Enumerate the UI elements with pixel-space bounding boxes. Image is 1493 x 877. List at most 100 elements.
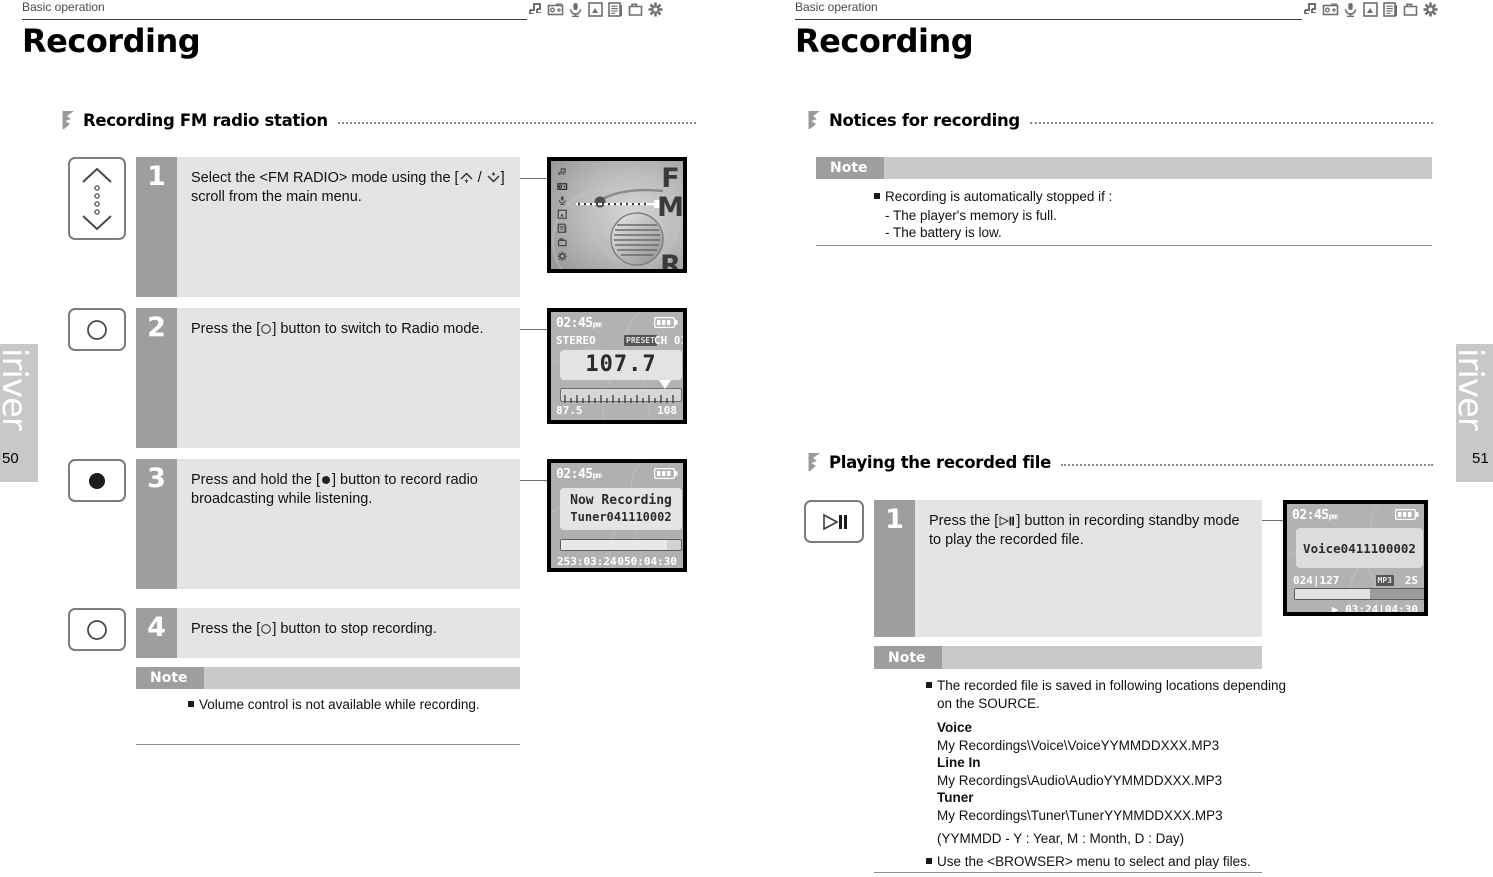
step-number: 2 [136,308,177,448]
tuner-scale-ticks [564,395,674,403]
header-rule-right [795,19,1302,20]
leader-line-1 [520,178,547,179]
section-dotted-rule [1029,122,1433,124]
tuner-pointer-icon [659,380,671,389]
recording-status-title: Now Recording [570,493,672,508]
playback-total: 04:30 [1384,603,1418,616]
step-instruction-2: Press the [ ] button to switch to Radio m… [177,308,520,448]
key-navi-circle-4[interactable] [68,608,126,651]
note-item: Recording is automatically stopped if : [874,188,1434,206]
key-record-3[interactable] [68,459,126,502]
playback-extra-tag: 2S [1404,574,1418,587]
browser-icon [627,1,644,18]
note-item: The recorded file is saved in following … [926,677,1286,712]
settings-icon [647,1,664,18]
note-underline-playback [874,872,1262,873]
page-title-right: Recording [795,22,974,60]
leaf-bullet-icon [808,453,820,471]
leader-line-2 [520,329,547,330]
key-play-pause[interactable] [804,500,864,543]
microphone-icon [567,1,584,18]
note-tag: Note [816,157,884,179]
tuner-channel: CH 01 [654,334,687,347]
recording-progress-fill [561,540,667,550]
note-item: Use the <BROWSER> menu to select and pla… [926,853,1286,871]
section-heading-playing: Playing the recorded file [808,452,1433,472]
recording-clock: 02:45pm [556,467,602,482]
play-pause-icon [823,513,847,530]
playback-progress-fill [1295,589,1370,599]
step-text-before: Press the [ [929,513,999,529]
note-underline-notices [816,245,1432,246]
radio-icon [1322,1,1339,18]
header-rule-left [22,19,527,20]
playback-track-index: 024 [1293,574,1313,587]
step-instruction-play: Press the [] button in recording standby… [915,500,1262,637]
header-icon-row-right [1302,1,1439,18]
playback-file-panel: Voice0411100002 [1296,528,1423,568]
step-row-2: 2 Press the [ ] button to switch to Radio… [136,308,520,448]
note-tag: Note [874,646,942,669]
source-label-voice: Voice [937,720,973,735]
device-screen-now-recording: 02:45pm Now Recording Tuner041110002 253… [547,459,687,572]
note-body-notices: Recording is automatically stopped if : … [874,188,1434,242]
step-instruction-3: Press and hold the [] button to record r… [177,459,520,589]
step-text-before: Press the [ [191,321,261,337]
playback-clock-ampm: pm [1328,512,1338,521]
step-row-4: 4 Press the [] button to stop recording. [136,608,520,658]
playback-track-total: 127 [1319,574,1340,587]
battery-icon [654,317,678,328]
step-text-before: Press the [ [191,621,261,637]
note-bar-notices: Note [816,157,1432,179]
recording-time-elapsed: 050:04:30 [617,555,677,568]
recording-filename: Tuner041110002 [570,510,672,524]
step-row-3: 3 Press and hold the [] button to record… [136,459,520,589]
source-path-tuner: My Recordings\Tuner\TunerYYMMDDXXX.MP3 [937,807,1223,823]
photo-icon [1362,1,1379,18]
note-underline-left [136,744,520,745]
key-navi-circle-2[interactable] [68,308,126,351]
lcd-fm-splash: FM RADIO [551,161,683,269]
note-item-text: Volume control is not available while re… [199,697,480,712]
step-text-after: ] button to stop recording. [272,621,437,637]
leaf-bullet-icon [62,111,74,129]
key-scroll-up-down[interactable] [68,157,126,240]
fm-radio-label: FM RADIO [655,163,683,269]
tuner-preset-tag: PRESET [624,335,657,346]
tuner-scale-max: 108 [657,404,677,417]
step-number: 1 [874,500,915,637]
circle-button-icon [87,319,107,340]
step-instruction-4: Press the [ ] button to stop recording. [177,608,520,658]
leader-line-3 [520,480,547,481]
note-bullet-icon [188,701,194,707]
playback-clock-time: 02:45 [1292,508,1329,523]
note-item: Volume control is not available while re… [188,696,528,714]
browser-icon [1402,1,1419,18]
section-title-text: Recording FM radio station [83,110,328,130]
note-item-text: Recording is automatically stopped if : [885,189,1113,204]
source-path-voice: My Recordings\Voice\VoiceYYMMDDXXX.MP3 [937,737,1220,753]
source-label-tuner: Tuner [937,790,974,805]
note-body-left: Volume control is not available while re… [188,696,528,715]
step-instruction-1: Select the <FM RADIO> mode using the [ /… [177,157,520,297]
note-item-text: The recorded file is saved in following … [937,678,1286,711]
scroll-up-down-icon [82,167,112,230]
step-number: 1 [136,157,177,297]
lcd-now-recording: 02:45pm Now Recording Tuner041110002 253… [551,463,683,568]
device-screen-fm-radio-splash: FM RADIO [547,157,687,273]
circle-button-icon [261,324,272,334]
leaf-bullet-icon [808,111,820,129]
header-label-left: Basic operation [22,0,105,14]
step-text-before: Select the <FM RADIO> mode using the [ [191,170,459,186]
note-bar-playback: Note [874,646,1262,669]
step-text-after: ] button to switch to Radio mode. [272,321,484,337]
step-text-before: Press and hold the [ [191,472,320,488]
header-label-right: Basic operation [795,0,878,14]
tuner-frequency-value: 107.7 [585,352,657,377]
note-bullet-icon [926,857,932,864]
leader-line-play [1262,520,1284,521]
tuner-scale-bar [560,388,682,403]
text-icon [1382,1,1399,18]
section-dotted-rule [337,122,696,124]
page-title-left: Recording [22,22,201,60]
